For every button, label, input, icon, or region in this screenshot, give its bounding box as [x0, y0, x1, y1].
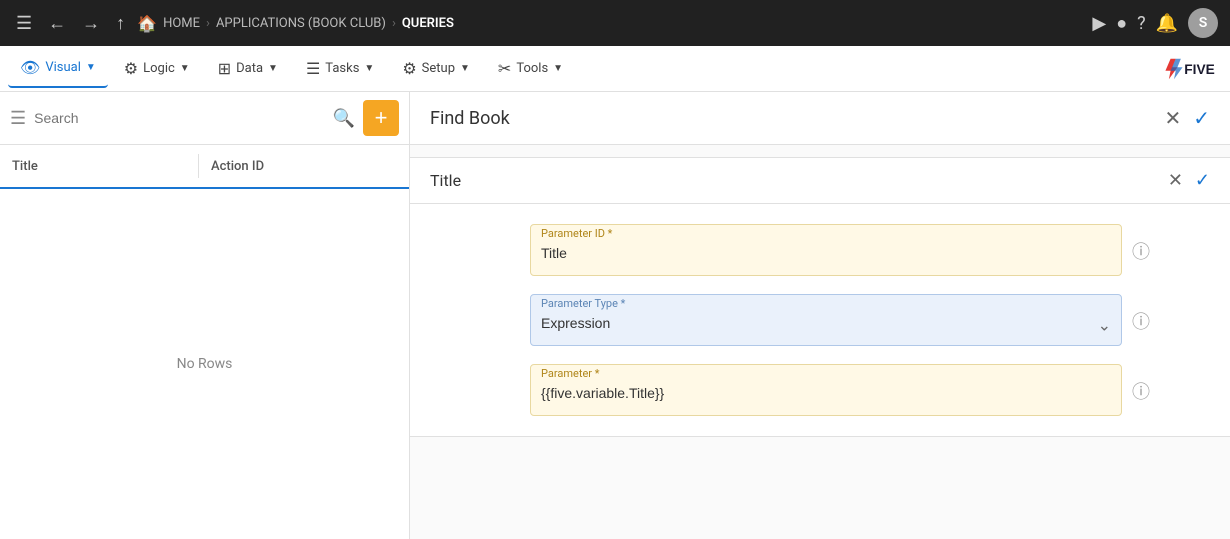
inner-panel-close-button[interactable]: ✕	[1168, 170, 1183, 191]
add-button[interactable]: +	[363, 100, 399, 136]
table-header: Title Action ID	[0, 145, 409, 189]
filter-icon[interactable]: ☰	[10, 108, 26, 129]
logic-icon: ⚙	[124, 59, 138, 78]
panel-title: Find Book	[430, 108, 510, 129]
tools-icon: ✂	[498, 59, 511, 78]
search-icon[interactable]: ●	[1116, 13, 1127, 34]
col-title-label: Title	[12, 159, 198, 174]
inner-panel-title: Title	[430, 171, 461, 190]
inner-panel-confirm-button[interactable]: ✓	[1195, 170, 1210, 191]
app-label[interactable]: APPLICATIONS (BOOK CLUB)	[216, 16, 386, 31]
breadcrumb: 🏠 HOME › APPLICATIONS (BOOK CLUB) › QUER…	[137, 14, 1084, 33]
parameter-type-select[interactable]: Expression Value Variable	[531, 311, 1121, 339]
nav-item-tools[interactable]: ✂ Tools ▼	[486, 50, 575, 88]
inner-panel-header: Title ✕ ✓	[410, 158, 1230, 204]
panel-actions: ✕ ✓	[1164, 106, 1210, 130]
search-bar: ☰ 🔍 +	[0, 92, 409, 145]
left-panel: ☰ 🔍 + Title Action ID No Rows	[0, 92, 410, 539]
home-icon: 🏠	[137, 14, 157, 33]
logic-dropdown-icon: ▼	[180, 63, 190, 74]
col-divider	[198, 154, 199, 178]
parameter-box: Parameter *	[530, 364, 1122, 416]
five-logo: FIVE	[1162, 54, 1222, 84]
tasks-label: Tasks	[325, 61, 359, 76]
panel-confirm-button[interactable]: ✓	[1193, 106, 1210, 130]
parameter-type-box: Parameter Type * Expression Value Variab…	[530, 294, 1122, 346]
bell-icon[interactable]: 🔔	[1156, 13, 1178, 34]
inner-panel: Title ✕ ✓ Parameter ID * ⓘ	[410, 157, 1230, 437]
parameter-type-select-wrapper: Expression Value Variable ⌄	[531, 311, 1121, 339]
nav-item-visual[interactable]: 👁 Visual ▼	[8, 50, 108, 88]
tools-label: Tools	[516, 61, 548, 76]
nav-item-tasks[interactable]: ☰ Tasks ▼	[294, 50, 386, 88]
parameter-id-box: Parameter ID *	[530, 224, 1122, 276]
parameter-label: Parameter *	[531, 361, 609, 380]
search-input[interactable]	[34, 110, 324, 126]
back-icon[interactable]: ←	[44, 9, 70, 38]
form-body: Parameter ID * ⓘ Parameter Type * E	[410, 204, 1230, 436]
parameter-id-label: Parameter ID *	[531, 221, 622, 240]
panel-header: Find Book ✕ ✓	[410, 92, 1230, 145]
setup-icon: ⚙	[402, 59, 416, 78]
breadcrumb-sep-2: ›	[392, 16, 396, 31]
parameter-id-field: Parameter ID *	[530, 224, 1122, 276]
parameter-type-field: Parameter Type * Expression Value Variab…	[530, 294, 1122, 346]
col-action-label: Action ID	[211, 159, 397, 174]
main-content: ☰ 🔍 + Title Action ID No Rows Find Book …	[0, 92, 1230, 539]
parameter-type-help-icon[interactable]: ⓘ	[1132, 308, 1150, 334]
forward-icon[interactable]: →	[78, 9, 104, 38]
search-button[interactable]: 🔍	[333, 108, 355, 129]
form-row-parameter-id: Parameter ID * ⓘ	[410, 224, 1230, 276]
parameter-type-label: Parameter Type *	[531, 291, 635, 310]
secondary-nav: 👁 Visual ▼ ⚙ Logic ▼ ⊞ Data ▼ ☰ Tasks ▼ …	[0, 46, 1230, 92]
setup-label: Setup	[422, 61, 455, 76]
visual-dropdown-icon: ▼	[86, 62, 96, 73]
top-nav: ☰ ← → ↑ 🏠 HOME › APPLICATIONS (BOOK CLUB…	[0, 0, 1230, 46]
parameter-field: Parameter *	[530, 364, 1122, 416]
right-icons: ▶ ● ? 🔔 S	[1092, 8, 1218, 38]
visual-icon: 👁	[20, 58, 40, 77]
setup-dropdown-icon: ▼	[460, 63, 470, 74]
queries-label[interactable]: QUERIES	[402, 16, 454, 31]
panel-close-button[interactable]: ✕	[1164, 106, 1181, 130]
home-label[interactable]: HOME	[163, 16, 200, 31]
nav-item-setup[interactable]: ⚙ Setup ▼	[390, 50, 482, 88]
hamburger-icon[interactable]: ☰	[12, 9, 36, 38]
tools-dropdown-icon: ▼	[553, 63, 563, 74]
up-icon[interactable]: ↑	[112, 9, 129, 38]
data-icon: ⊞	[218, 59, 231, 78]
form-row-parameter: Parameter * ⓘ	[410, 364, 1230, 416]
parameter-input[interactable]	[531, 381, 1121, 409]
inner-panel-actions: ✕ ✓	[1168, 170, 1210, 191]
tasks-dropdown-icon: ▼	[364, 63, 374, 74]
avatar[interactable]: S	[1188, 8, 1218, 38]
visual-label: Visual	[45, 60, 81, 75]
parameter-id-input[interactable]	[531, 241, 1121, 269]
nav-item-data[interactable]: ⊞ Data ▼	[206, 50, 290, 88]
parameter-help-icon[interactable]: ⓘ	[1132, 378, 1150, 404]
nav-item-logic[interactable]: ⚙ Logic ▼	[112, 50, 202, 88]
breadcrumb-sep-1: ›	[206, 16, 210, 31]
data-label: Data	[236, 61, 263, 76]
logic-label: Logic	[143, 61, 175, 76]
play-icon[interactable]: ▶	[1092, 13, 1106, 34]
right-panel: Find Book ✕ ✓ Title ✕ ✓ Parame	[410, 92, 1230, 539]
svg-text:FIVE: FIVE	[1184, 62, 1214, 77]
help-icon[interactable]: ?	[1137, 13, 1146, 34]
parameter-id-help-icon[interactable]: ⓘ	[1132, 238, 1150, 264]
no-rows-message: No Rows	[0, 189, 409, 539]
form-row-parameter-type: Parameter Type * Expression Value Variab…	[410, 294, 1230, 346]
tasks-icon: ☰	[306, 59, 320, 78]
data-dropdown-icon: ▼	[268, 63, 278, 74]
